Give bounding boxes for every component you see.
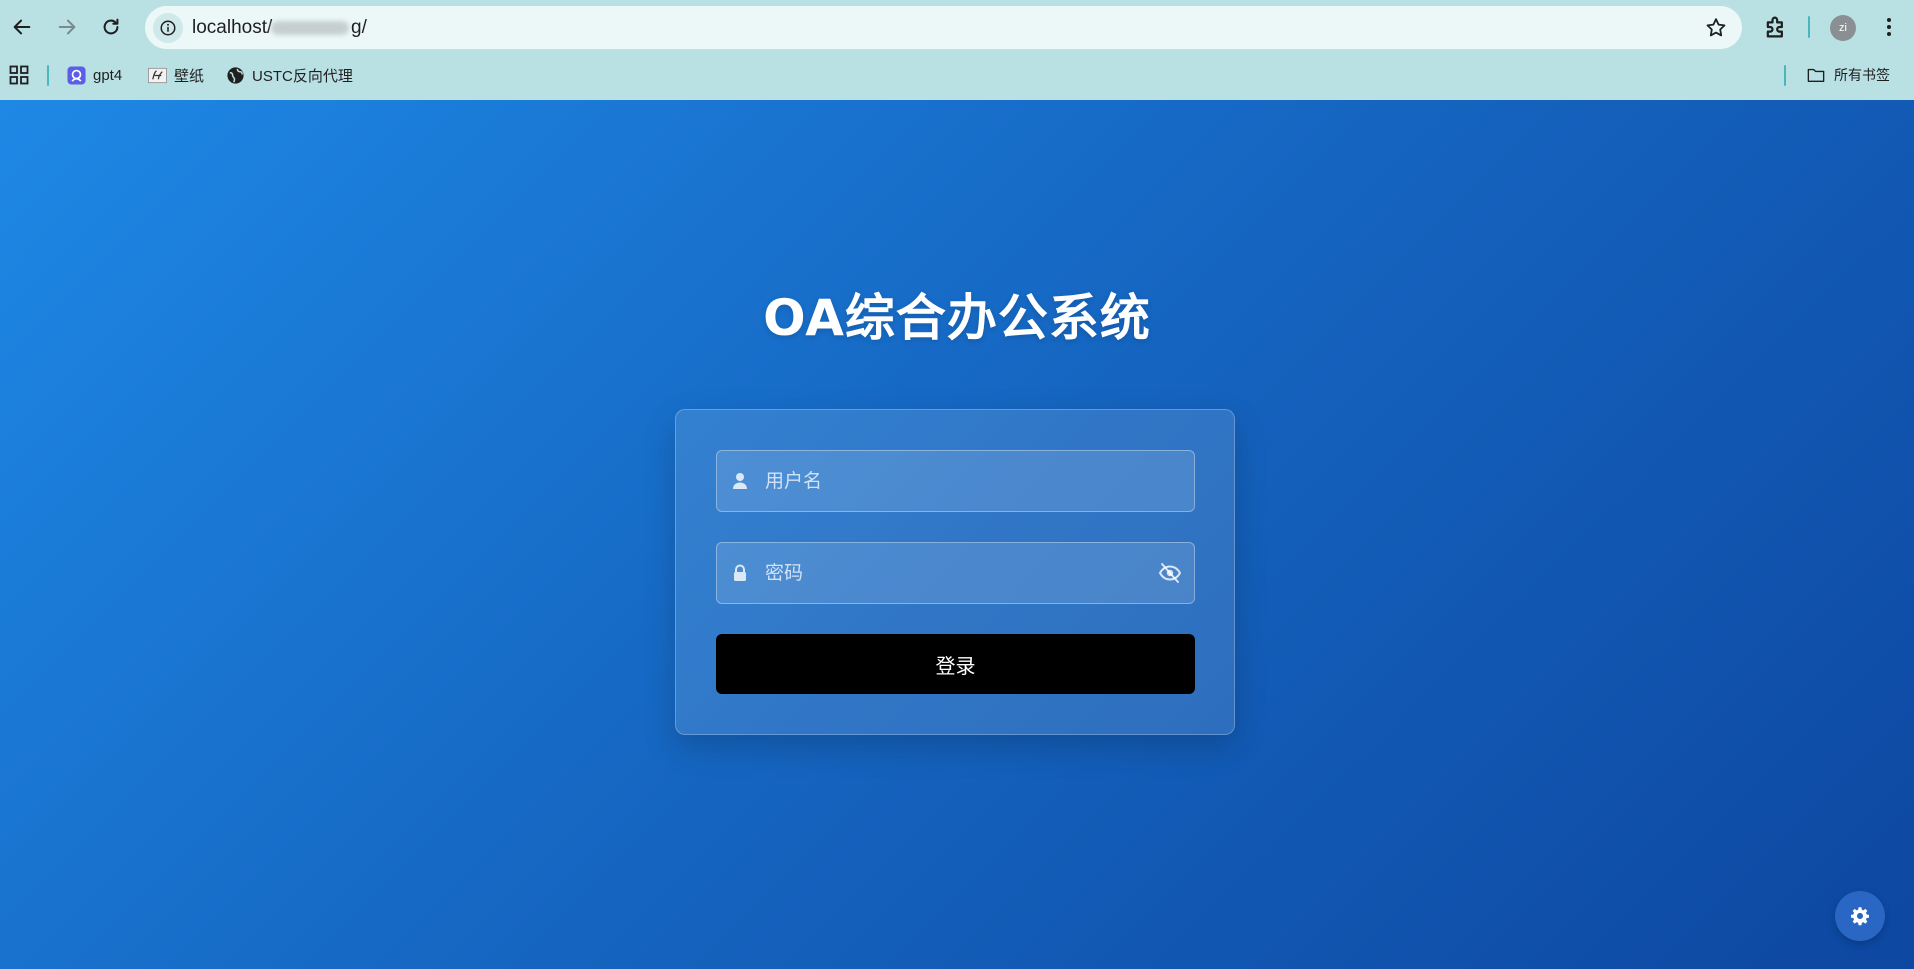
menu-dot	[1887, 18, 1891, 22]
wallpaper-icon	[148, 66, 167, 85]
browser-menu-button[interactable]	[1876, 13, 1902, 41]
login-button[interactable]: 登录	[716, 634, 1195, 694]
apps-grid-icon[interactable]	[9, 65, 29, 85]
forward-button[interactable]	[50, 10, 84, 44]
bookmark-star-icon[interactable]	[1704, 16, 1728, 40]
eye-slash-icon[interactable]	[1158, 562, 1182, 584]
url-host: localhost/	[192, 17, 273, 38]
info-icon	[160, 20, 176, 36]
username-field[interactable]	[716, 450, 1195, 512]
back-button[interactable]	[5, 10, 39, 44]
gpt4-icon	[67, 65, 86, 85]
site-info-button[interactable]	[153, 13, 183, 43]
address-bar[interactable]: localhost/ g/	[145, 6, 1742, 49]
folder-icon	[1807, 68, 1825, 82]
login-page: OA综合办公系统 登录	[0, 100, 1914, 969]
bookmarks-divider	[1784, 65, 1786, 86]
menu-dot	[1887, 32, 1891, 36]
settings-button[interactable]	[1835, 891, 1885, 941]
password-input[interactable]	[765, 543, 1165, 603]
bookmark-label: 壁纸	[174, 67, 205, 85]
bookmarks-divider	[47, 65, 49, 86]
globe-icon	[226, 66, 245, 85]
reload-icon	[103, 18, 119, 35]
profile-avatar[interactable]: zi	[1830, 15, 1856, 41]
page-title: OA综合办公系统	[763, 289, 1151, 347]
user-icon	[733, 473, 747, 489]
url-redacted-segment	[271, 21, 349, 35]
menu-dot	[1887, 25, 1891, 29]
browser-toolbar: localhost/ g/ zi	[0, 0, 1914, 56]
url-path-tail: g/	[351, 17, 367, 38]
bookmark-gpt4[interactable]: gpt4	[67, 62, 122, 88]
toolbar-divider	[1808, 16, 1810, 38]
reload-button[interactable]	[94, 10, 128, 44]
gear-icon	[1851, 907, 1869, 926]
username-input[interactable]	[765, 451, 1165, 511]
arrow-right-icon	[58, 19, 76, 35]
bookmark-label: USTC反向代理	[252, 67, 353, 85]
password-field[interactable]	[716, 542, 1195, 604]
bookmark-label: gpt4	[93, 66, 123, 84]
arrow-left-icon	[13, 19, 31, 35]
all-bookmarks-label: 所有书签	[1834, 67, 1890, 83]
bookmark-wallpaper[interactable]: 壁纸	[148, 62, 204, 88]
bookmarks-bar: gpt4 壁纸 USTC反向代理 所有书签	[0, 56, 1914, 100]
browser-chrome: localhost/ g/ zi gpt4 壁纸 USTC反向代理 所有书签	[0, 0, 1914, 100]
login-card: 登录	[675, 409, 1235, 735]
lock-icon	[734, 564, 746, 581]
all-bookmarks-button[interactable]: 所有书签	[1806, 62, 1890, 88]
bookmark-ustc-proxy[interactable]: USTC反向代理	[226, 62, 353, 88]
extensions-puzzle-icon[interactable]	[1762, 13, 1790, 41]
